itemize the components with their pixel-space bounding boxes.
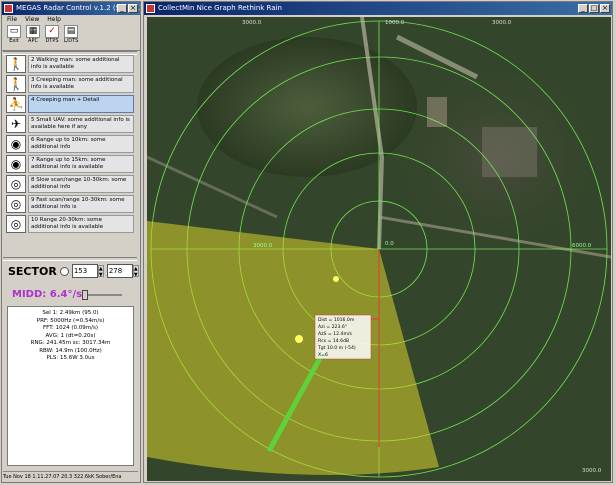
readout-line: Azi = 223.6° (318, 324, 347, 330)
sector-label: SECTOR (8, 264, 57, 278)
readout-line: Tgt 10.0 m (-54) (317, 345, 356, 351)
info-line: RNG: 241.45m sc: 3017.34m (30, 340, 111, 346)
mode-list: 🚶 2 Walking man: some additional info is … (6, 55, 134, 235)
dts-button[interactable]: ▤ L/DTS (63, 25, 79, 49)
check-icon: ✓ (45, 25, 59, 38)
info-line: RBW: 14.9m (100.0Hz) (39, 347, 102, 354)
mode-range-10[interactable]: ◉ 6 Range up to 10km: some additional inf… (6, 135, 134, 153)
range-label: 1000.0 (385, 20, 405, 26)
mode-walking-man[interactable]: 🚶 2 Walking man: some additional info is … (6, 55, 134, 73)
info-line: AVG: 1 (dt=0.20s) (45, 332, 96, 339)
control-titlebar: MEGAS Radar Control v.1.2 (S/N 113 .1138… (2, 2, 140, 15)
info-line: PLS: 15.6W 3.0us (46, 355, 95, 361)
midd-readout: MIDD: 6.4°/s (12, 289, 83, 300)
sector-to-spinner[interactable]: ▲▼ (106, 264, 139, 278)
app-icon (4, 4, 13, 13)
building-area (427, 97, 447, 127)
mode-slow-scan[interactable]: ◎ 8 Slow scan/range 10-30km: some additio… (6, 175, 134, 193)
info-line: PRF: 5000Hz (=0.54m/s) (36, 317, 105, 324)
apc-icon: ▦ (26, 25, 40, 38)
forest-patch (197, 37, 417, 177)
range-label: 3000.0 (242, 20, 262, 26)
mode-creeping-man[interactable]: 🚶 3 Creeping man: some additional info is… (6, 75, 134, 93)
sector-radio[interactable] (59, 266, 69, 276)
range-label: 0.0 (385, 241, 394, 247)
mode-range-30[interactable]: ◎ 10 Range 20-30km: some additional info … (6, 215, 134, 233)
range-label: 3000.0 (492, 20, 512, 26)
toolbar: ▭ Exit ▦ APC ✓ DTPS ▤ L/DTS (2, 24, 140, 51)
mode-creeping-detail[interactable]: ⛹ 4 Creeping man + Detail (6, 95, 134, 113)
mode-range-15[interactable]: ◉ 7 Range up to 15km: some additional inf… (6, 155, 134, 173)
uav-icon: ✈ (6, 115, 26, 133)
exit-icon: ▭ (7, 25, 21, 38)
building-area (482, 127, 537, 177)
target-readout: Dist = 1016.0m Azi = 223.6° AzS = 12.4m/… (314, 314, 372, 360)
radar-map[interactable]: 3000.0 1000.0 3000.0 6000.0 3000.0 0.0 3… (147, 17, 611, 481)
midd-slider[interactable] (82, 290, 122, 300)
dts-icon: ▤ (64, 25, 78, 38)
map-titlebar: CollectMin Nice Graph Rethink Rain _ □ × (144, 2, 612, 15)
sector-to-input[interactable] (106, 264, 133, 278)
range-30-icon: ◎ (6, 215, 26, 233)
mode-small-uav[interactable]: ✈ 5 Small UAV: some additional info is av… (6, 115, 134, 133)
dtps-button[interactable]: ✓ DTPS (44, 25, 60, 49)
range-10-icon: ◉ (6, 135, 26, 153)
map-app-icon (146, 4, 155, 13)
slow-scan-icon: ◎ (6, 175, 26, 193)
info-line: FFT: 1024 (0.09m/s) (43, 325, 98, 331)
minimize-button[interactable]: _ (117, 4, 127, 13)
fast-scan-icon: ◎ (6, 195, 26, 213)
creeping-detail-icon: ⛹ (6, 95, 26, 113)
creeping-man-icon: 🚶 (6, 75, 26, 93)
menu-help[interactable]: Help (47, 15, 61, 24)
readout-line: Dist = 1016.0m (318, 317, 355, 323)
map-title: CollectMin Nice Graph Rethink Rain (158, 4, 282, 12)
range-15-icon: ◉ (6, 155, 26, 173)
spin-arrows-icon[interactable]: ▲ ▼ (97, 265, 104, 278)
exit-button[interactable]: ▭ Exit (6, 25, 22, 49)
menu-file[interactable]: File (7, 15, 17, 24)
map-minimize-button[interactable]: _ (578, 4, 588, 13)
readout-line: Rcs = 14.6dB (318, 338, 349, 344)
readout-line: AzS = 12.4m/s (318, 331, 352, 337)
status-bar: Tue Nov 18 1.11.27.07 20.3 322.6kK Sober… (3, 471, 138, 482)
menu-view[interactable]: View (25, 15, 39, 24)
map-window: CollectMin Nice Graph Rethink Rain _ □ × (143, 1, 613, 483)
slider-thumb[interactable] (82, 290, 88, 300)
sector-controls: SECTOR ▲▼ ▲▼ (8, 264, 139, 278)
info-line: Sel 1: 2.49km (95.0) (42, 310, 99, 316)
map-maximize-button[interactable]: □ (589, 4, 599, 13)
slider-track (82, 294, 122, 296)
readout-line: X=6 (318, 352, 328, 358)
target-marker[interactable] (333, 276, 339, 282)
range-label: 3000.0 (253, 243, 273, 249)
sector-from-input[interactable] (71, 264, 98, 278)
walking-man-icon: 🚶 (6, 55, 26, 73)
spin-arrows-icon[interactable]: ▲ ▼ (132, 265, 139, 278)
map-close-button[interactable]: × (600, 4, 610, 13)
range-label: 3000.0 (582, 468, 602, 474)
target-marker[interactable] (295, 335, 303, 343)
info-panel: Sel 1: 2.49km (95.0) PRF: 5000Hz (=0.54m… (7, 306, 134, 466)
divider (3, 257, 137, 261)
menubar: File View Help (2, 15, 140, 24)
apc-button[interactable]: ▦ APC (25, 25, 41, 49)
range-label: 6000.0 (572, 243, 592, 249)
sector-from-spinner[interactable]: ▲▼ (71, 264, 104, 278)
mode-fast-scan[interactable]: ◎ 9 Fast scan/range 10-30km: some additio… (6, 195, 134, 213)
radar-svg[interactable]: 3000.0 1000.0 3000.0 6000.0 3000.0 0.0 3… (147, 17, 611, 481)
close-button[interactable]: × (128, 4, 138, 13)
